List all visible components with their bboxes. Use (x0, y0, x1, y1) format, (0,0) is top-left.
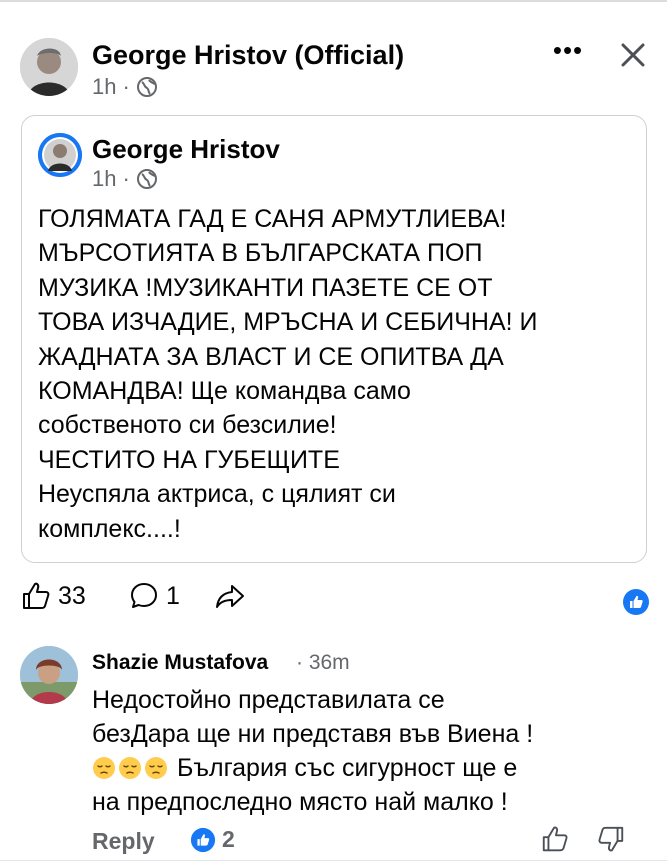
post-time[interactable]: 1h (92, 74, 116, 100)
post-text-line: ЧЕСТИТО НА ГУБЕЩИТЕ (38, 445, 340, 474)
comment-text-line: Недостойно представилата се (92, 686, 445, 714)
post-text-line: собственото си безсилие! (38, 411, 337, 440)
post-text-line: Неуспяла актриса, с цялият си (38, 480, 396, 509)
comment-text-line: безДара ще ни представя във Виена ! (92, 720, 534, 748)
globe-icon (136, 76, 158, 98)
globe-icon (136, 168, 158, 190)
author-avatar[interactable] (20, 38, 78, 96)
thumbs-up-icon (20, 580, 52, 612)
post-text-line: ТОВА ИЗЧАДИЕ, МРЪСНА И СЕБИЧНА! И (38, 308, 538, 337)
comment-count: 1 (166, 581, 180, 610)
comment-text-fragment: България със сигурност ще е (170, 754, 518, 782)
comment-icon (128, 580, 160, 612)
commenter-avatar[interactable] (20, 646, 78, 704)
post-author-name[interactable]: George Hristov (Official) (92, 40, 404, 71)
top-divider (0, 0, 667, 2)
meta-separator: · (122, 166, 130, 191)
share-icon (214, 580, 246, 612)
comment-reaction-count: 2 (222, 826, 235, 852)
thumbs-up-icon[interactable] (540, 824, 570, 854)
pensive-face-icon (118, 755, 142, 779)
post-text-line: МЪРСОТИЯТА В БЪЛГАРСКАТА ПОП (38, 239, 483, 268)
post-text-line: комплекс....! (38, 514, 181, 543)
more-options-button[interactable]: ••• (551, 37, 585, 66)
like-reaction-icon[interactable] (622, 588, 650, 616)
reply-button[interactable]: Reply (92, 828, 155, 855)
meta-separator: · (122, 74, 130, 99)
comment-author-name[interactable]: Shazie Mustafova (92, 651, 268, 675)
post-text-line: ГОЛЯМАТА ГАД Е САНЯ АРМУТЛИЕВА! (38, 205, 507, 233)
like-button[interactable]: 33 (20, 580, 86, 612)
shared-author-name[interactable]: George Hristov (92, 134, 280, 165)
shared-post-meta: 1h · (92, 166, 158, 192)
pensive-face-icon (92, 755, 116, 779)
shared-author-avatar[interactable] (38, 133, 82, 177)
comment-text-line: на предпоследно място най малко ! (92, 788, 508, 816)
close-icon[interactable] (614, 36, 652, 74)
shared-post-text: ГОЛЯМАТА ГАД Е САНЯ АРМУТЛИЕВА! МЪРСОТИЯ… (38, 202, 638, 546)
comment-reactions[interactable]: 2 (190, 826, 235, 853)
post-meta: 1h · (92, 74, 158, 100)
comment-button[interactable]: 1 (128, 580, 180, 612)
comment-text-line: България със сигурност ще е (92, 751, 652, 785)
like-reaction-icon (190, 827, 216, 853)
pensive-face-icon (144, 755, 168, 779)
shared-post-time[interactable]: 1h (92, 166, 116, 192)
comment-time[interactable]: · 36m (296, 651, 350, 675)
like-count: 33 (58, 581, 86, 610)
comment-text: Недостойно представилата се безДара ще н… (92, 683, 652, 819)
share-button[interactable] (214, 580, 246, 612)
post-text-line: МУЗИКА !МУЗИКАНТИ ПАЗЕТЕ СЕ ОТ (38, 273, 493, 302)
post-text-line: КОМАНДВА! Ще командва само (38, 376, 411, 405)
post-text-line: ЖАДНАТА ЗА ВЛАСТ И СЕ ОПИТВА ДА (38, 342, 504, 371)
thumbs-down-icon[interactable] (596, 824, 626, 854)
